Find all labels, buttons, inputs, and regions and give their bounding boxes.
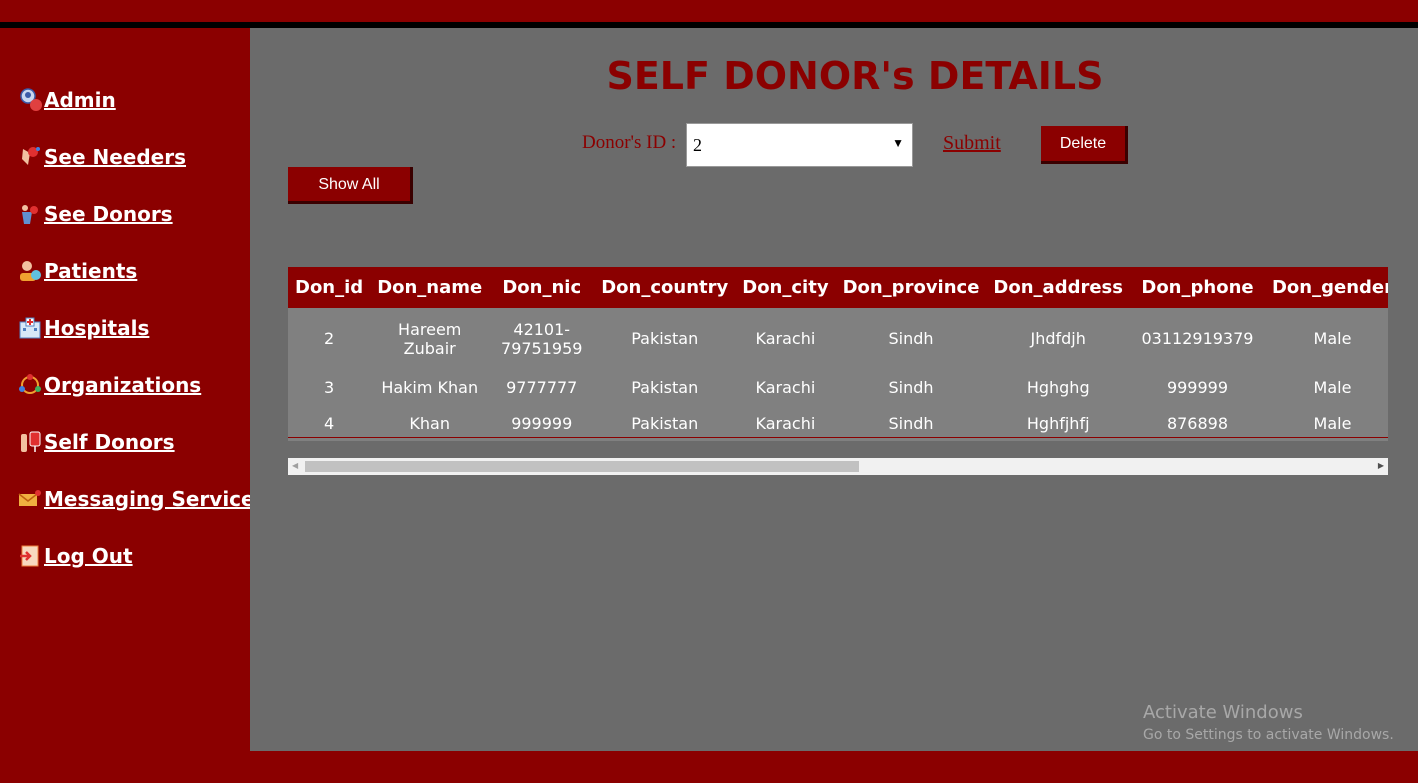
submit-link[interactable]: Submit xyxy=(943,132,1001,155)
table-cell: Khan xyxy=(409,413,450,433)
column-header: Don_gender xyxy=(1271,277,1388,298)
table-cell: 42101-79751959 xyxy=(501,319,583,358)
table-cell: Pakistan xyxy=(631,377,699,397)
scroll-left-icon[interactable]: ◀ xyxy=(292,461,298,470)
column-header: Don_phone xyxy=(1141,277,1254,298)
table-bottom-border xyxy=(288,437,1388,438)
organizations-icon xyxy=(18,373,42,397)
table-cell: Sindh xyxy=(888,329,934,348)
hospital-icon xyxy=(18,316,42,340)
sidebar-item-label: Organizations xyxy=(44,373,202,397)
column-header: Don_province xyxy=(842,277,980,298)
watermark-subtitle: Go to Settings to activate Windows. xyxy=(1143,727,1394,743)
sidebar-item-log-out[interactable]: Log Out xyxy=(18,544,133,568)
column-header: Don_country xyxy=(601,277,729,298)
sidebar-item-messaging-service[interactable]: Messaging Service xyxy=(18,487,255,511)
patients-icon xyxy=(18,259,42,283)
donor-id-label: Donor's ID : xyxy=(582,132,677,153)
main-content: SELF DONOR's DETAILS Donor's ID : 2 ▼ Su… xyxy=(250,28,1418,751)
sidebar-item-organizations[interactable]: Organizations xyxy=(18,373,201,397)
sidebar-item-label: See Needers xyxy=(44,145,187,169)
admin-icon xyxy=(18,88,42,112)
sidebar-item-see-needers[interactable]: See Needers xyxy=(18,145,186,169)
watermark-title: Activate Windows xyxy=(1143,702,1303,723)
table-cell: Karachi xyxy=(755,329,816,348)
sidebar-item-hospitals[interactable]: Hospitals xyxy=(18,316,149,340)
sidebar-item-admin[interactable]: Admin xyxy=(18,88,116,112)
sidebar: Admin See Needers See Donors Patients Ho… xyxy=(0,28,255,751)
table-cell: 3 xyxy=(324,377,335,397)
bottom-bar xyxy=(0,751,1418,783)
table-row: 3 Hakim Khan 9777777 Pakistan Karachi Sindh Hg… xyxy=(288,369,1388,405)
table-cell: Hakim Khan xyxy=(381,377,479,397)
logout-icon xyxy=(18,544,42,568)
table-cell: 4 xyxy=(324,413,335,433)
donors-table: Don_id Don_name Don_nic Don_country Don_city… xyxy=(288,267,1388,441)
delete-button[interactable]: Delete xyxy=(1041,126,1128,164)
sidebar-item-see-donors[interactable]: See Donors xyxy=(18,202,173,226)
sidebar-item-label: See Donors xyxy=(44,202,173,226)
scrollbar-thumb[interactable] xyxy=(305,461,859,472)
table-row: 2 Hareem Zubair 42101-79751959 Pakistan Kara… xyxy=(288,308,1388,369)
table-cell: Pakistan xyxy=(631,329,699,348)
sidebar-item-label: Hospitals xyxy=(44,316,150,340)
table-cell: Male xyxy=(1313,377,1352,397)
table-cell: Sindh xyxy=(888,377,934,397)
column-header: Don_address xyxy=(993,277,1123,298)
scroll-right-icon[interactable]: ▶ xyxy=(1378,461,1384,470)
sidebar-item-label: Self Donors xyxy=(44,430,175,454)
table-cell: 876898 xyxy=(1166,413,1229,433)
top-bar xyxy=(0,0,1418,22)
table-body: 2 Hareem Zubair 42101-79751959 Pakistan Kara… xyxy=(288,308,1388,441)
table-cell: Karachi xyxy=(755,377,816,397)
table-cell: Hareem Zubair xyxy=(398,319,462,358)
table-cell: Sindh xyxy=(888,413,934,433)
horizontal-scrollbar[interactable]: ◀ ▶ xyxy=(288,458,1388,475)
column-header: Don_city xyxy=(742,277,829,298)
table-cell: Male xyxy=(1313,329,1352,348)
activate-windows-watermark: Activate Windows Go to Settings to activ… xyxy=(1143,702,1394,743)
table-cell: 9777777 xyxy=(506,377,578,397)
table-cell: 2 xyxy=(324,329,335,348)
sidebar-item-label: Admin xyxy=(44,88,116,112)
donors-table-container: Don_id Don_name Don_nic Don_country Don_city… xyxy=(288,267,1388,477)
donor-id-select[interactable]: 2 ▼ xyxy=(686,123,913,167)
table-cell: Hghfjhfj xyxy=(1026,413,1090,433)
table-cell: Jhdfdjh xyxy=(1030,329,1086,348)
sidebar-item-label: Messaging Service xyxy=(44,487,255,511)
table-cell: Male xyxy=(1313,413,1352,433)
table-cell: 999999 xyxy=(511,413,573,433)
sidebar-item-label: Log Out xyxy=(44,544,133,568)
sidebar-item-self-donors[interactable]: Self Donors xyxy=(18,430,175,454)
table-header-row: Don_id Don_name Don_nic Don_country Don_city… xyxy=(288,267,1388,308)
table-cell: 999999 xyxy=(1166,377,1229,397)
column-header: Don_name xyxy=(377,277,483,298)
table-cell: Hghghg xyxy=(1026,377,1090,397)
page-title: SELF DONOR's DETAILS xyxy=(606,54,1104,98)
self-donors-icon xyxy=(18,430,42,454)
messaging-icon xyxy=(18,487,42,511)
dropdown-arrow-icon: ▼ xyxy=(892,136,904,150)
table-cell: 03112919379 xyxy=(1141,329,1254,348)
sidebar-item-label: Patients xyxy=(44,259,138,283)
column-header: Don_id xyxy=(295,277,364,298)
donor-id-value: 2 xyxy=(693,135,702,155)
donors-icon xyxy=(18,202,42,226)
show-all-button[interactable]: Show All xyxy=(288,167,413,204)
column-header: Don_nic xyxy=(502,277,582,298)
table-row: 4 Khan 999999 Pakistan Karachi Sindh Hghfjhfj 8… xyxy=(288,405,1388,441)
sidebar-item-patients[interactable]: Patients xyxy=(18,259,137,283)
table-cell: Pakistan xyxy=(631,413,699,433)
needers-icon xyxy=(18,145,42,169)
table-cell: Karachi xyxy=(755,413,816,433)
